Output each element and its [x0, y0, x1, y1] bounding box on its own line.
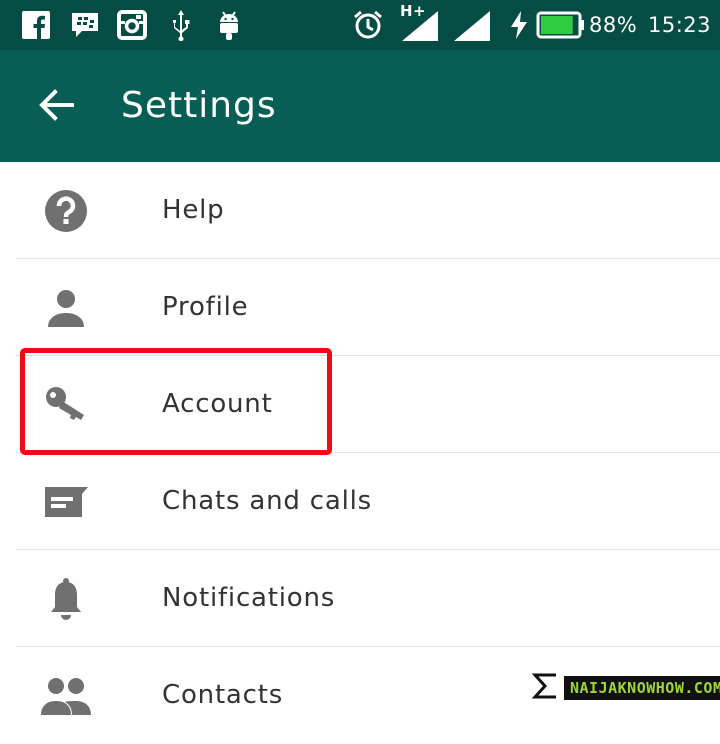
settings-item-profile[interactable]: Profile [0, 259, 720, 356]
settings-item-label: Account [162, 389, 273, 419]
chat-icon [38, 453, 94, 550]
watermark: NAIJAKNOWHOW.COM [531, 672, 720, 704]
settings-item-chats-and-calls[interactable]: Chats and calls [0, 453, 720, 550]
settings-item-label: Help [162, 195, 225, 225]
usb-icon [170, 0, 192, 50]
sigma-logo-icon [531, 672, 558, 704]
settings-item-label: Notifications [162, 583, 336, 613]
bell-icon [38, 550, 94, 647]
status-bar: H+ 88% 15:23 [0, 0, 720, 50]
arrow-back-icon [38, 89, 74, 125]
back-button[interactable] [22, 78, 90, 136]
help-icon [38, 162, 94, 259]
profile-icon [38, 259, 94, 356]
contacts-icon [38, 647, 94, 744]
charging-icon [508, 0, 530, 50]
facebook-icon [22, 0, 50, 50]
battery-percent: 88% [589, 13, 638, 37]
watermark-text: NAIJAKNOWHOW.COM [564, 676, 720, 700]
settings-item-label: Chats and calls [162, 486, 372, 516]
bbm-icon [70, 0, 100, 50]
settings-item-label: Contacts [162, 680, 284, 710]
android-icon [216, 0, 242, 50]
signal-icon [452, 0, 492, 50]
instagram-icon [117, 0, 147, 50]
settings-item-label: Profile [162, 292, 249, 322]
app-bar: Settings [0, 50, 720, 162]
settings-item-notifications[interactable]: Notifications [0, 550, 720, 647]
key-icon [38, 356, 94, 453]
alarm-icon [352, 0, 384, 50]
battery-icon [536, 0, 586, 50]
clock-time: 15:23 [648, 13, 712, 37]
settings-item-account[interactable]: Account [0, 356, 720, 453]
network-type-label: H+ [400, 2, 427, 20]
settings-item-help[interactable]: Help [0, 162, 720, 259]
settings-list: Help Profile Account Chats and calls Not… [0, 162, 720, 744]
page-title: Settings [121, 85, 277, 126]
